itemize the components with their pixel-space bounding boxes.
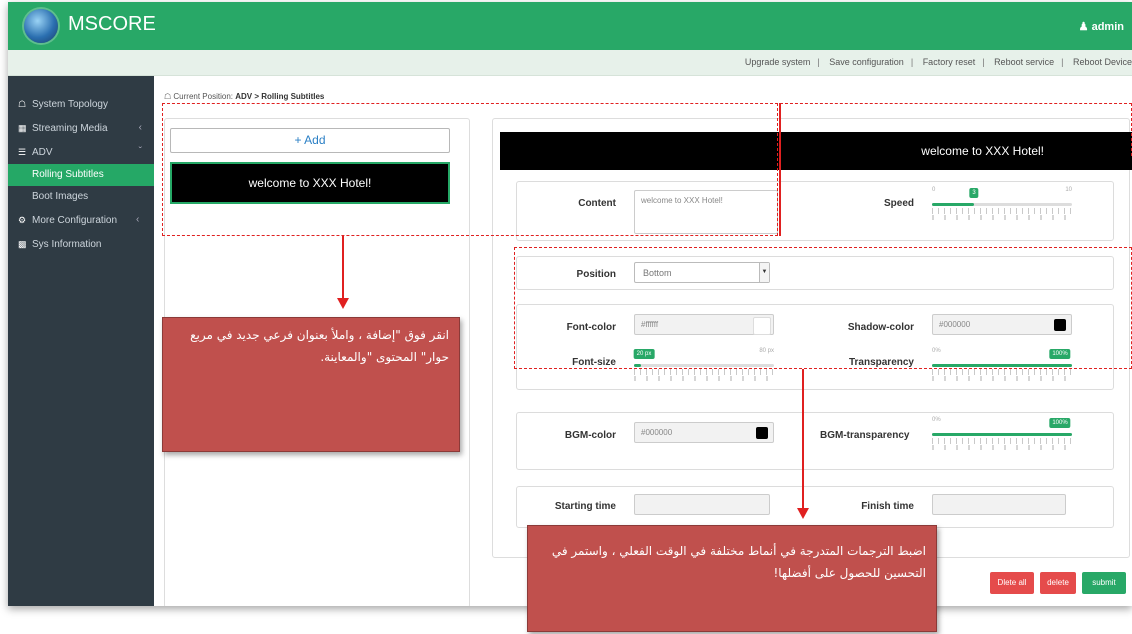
sidebar: ☖ System Topology ▦ Streaming Media ‹ ☰ ADV ˇ… (8, 76, 154, 606)
sidebar-item-label: More Configuration (32, 215, 118, 226)
bgm-transparency-min: 0% (932, 417, 941, 423)
chevron-left-icon: ‹ (136, 214, 140, 225)
film-icon: ▦ (18, 123, 27, 133)
annotation-arrowhead (337, 298, 349, 309)
finish-time-field[interactable] (932, 494, 1066, 515)
annotation-arrowhead (797, 508, 809, 519)
sidebar-item-label: Boot Images (32, 191, 89, 202)
starting-time-field[interactable] (634, 494, 770, 515)
speed-min: 0 (932, 187, 936, 193)
list-icon: ☰ (18, 147, 27, 157)
chevron-left-icon: ‹ (138, 122, 142, 133)
chevron-down-icon: ˇ (138, 146, 142, 157)
bgm-transparency-handle[interactable]: 100% (1049, 418, 1071, 428)
starting-time-label: Starting time (554, 501, 616, 512)
speed-label: Speed (883, 198, 914, 209)
sidebar-item-label: Sys Information (32, 239, 102, 250)
callout-adjust-style: اضبط الترجمات المتدرجة في أنماط مختلفة ف… (527, 525, 937, 632)
speed-handle[interactable]: 3 (969, 188, 979, 198)
finish-time-label: Finish time (861, 501, 914, 512)
speed-slider[interactable]: 0 10 3 (932, 187, 1072, 221)
system-toolbar: Upgrade system | Save configuration | Fact… (8, 50, 1132, 76)
bgm-transparency-slider[interactable]: 0% 100% (932, 417, 1072, 451)
reboot-device-link[interactable]: Reboot Device (1073, 57, 1132, 67)
bgm-color-field[interactable]: #000000 (634, 422, 774, 443)
sidebar-item-rolling-subtitles[interactable]: Rolling Subtitles (8, 164, 154, 186)
user-menu[interactable]: ♟ admin (1079, 20, 1124, 33)
app-title: MSCORE (68, 13, 156, 35)
bgm-color-swatch[interactable] (756, 427, 768, 439)
reboot-service-link[interactable]: Reboot service (994, 57, 1054, 67)
annotation-divider (779, 103, 781, 236)
sidebar-item-adv[interactable]: ☰ ADV ˇ (8, 140, 154, 164)
sidebar-item-label: Rolling Subtitles (32, 169, 104, 180)
submit-button[interactable]: submit (1082, 572, 1126, 594)
user-name: admin (1091, 21, 1124, 33)
sidebar-item-more-configuration[interactable]: ⚙ More Configuration ‹ (8, 208, 154, 232)
save-configuration-link[interactable]: Save configuration (829, 57, 904, 67)
bgm-color-value: #000000 (641, 428, 673, 437)
delete-button[interactable]: delete (1040, 572, 1076, 594)
gears-icon: ⚙ (18, 215, 27, 225)
factory-reset-link[interactable]: Factory reset (923, 57, 976, 67)
annotation-arrow-line (342, 236, 344, 298)
breadcrumb-path: ADV > Rolling Subtitles (235, 92, 325, 101)
sidebar-item-label: System Topology (32, 99, 108, 110)
breadcrumb-prefix: Current Position: (173, 92, 233, 101)
sidebar-item-boot-images[interactable]: Boot Images (8, 186, 154, 208)
table-icon: ▩ (18, 239, 27, 249)
sidebar-item-streaming-media[interactable]: ▦ Streaming Media ‹ (8, 116, 154, 140)
upgrade-system-link[interactable]: Upgrade system (745, 57, 811, 67)
globe-logo-icon (24, 9, 58, 43)
annotation-box-style (514, 247, 1132, 369)
sidebar-item-system-topology[interactable]: ☖ System Topology (8, 92, 154, 116)
annotation-box-preview (780, 103, 1132, 156)
annotation-arrow-line (802, 369, 804, 510)
top-bar: MSCORE ♟ admin (8, 2, 1132, 50)
bgm-transparency-label: BGM-transparency (820, 430, 910, 441)
sidebar-item-sys-information[interactable]: ▩ Sys Information (8, 232, 154, 256)
user-icon: ♟ (1078, 21, 1089, 33)
speed-max: 10 (1065, 187, 1072, 193)
annotation-box-add (162, 103, 778, 236)
delete-all-button[interactable]: Dlete all (990, 572, 1034, 594)
sidebar-item-label: Streaming Media (32, 123, 108, 134)
home-icon: ☖ (164, 92, 172, 101)
bgm-color-label: BGM-color (564, 430, 616, 441)
sidebar-item-label: ADV (32, 147, 53, 158)
callout-add-subtitle: انقر فوق "إضافة ، واملأ بعنوان فرعي جديد… (162, 317, 460, 452)
breadcrumb: ☖ Current Position: ADV > Rolling Subtit… (164, 92, 324, 101)
home-icon: ☖ (18, 99, 27, 109)
